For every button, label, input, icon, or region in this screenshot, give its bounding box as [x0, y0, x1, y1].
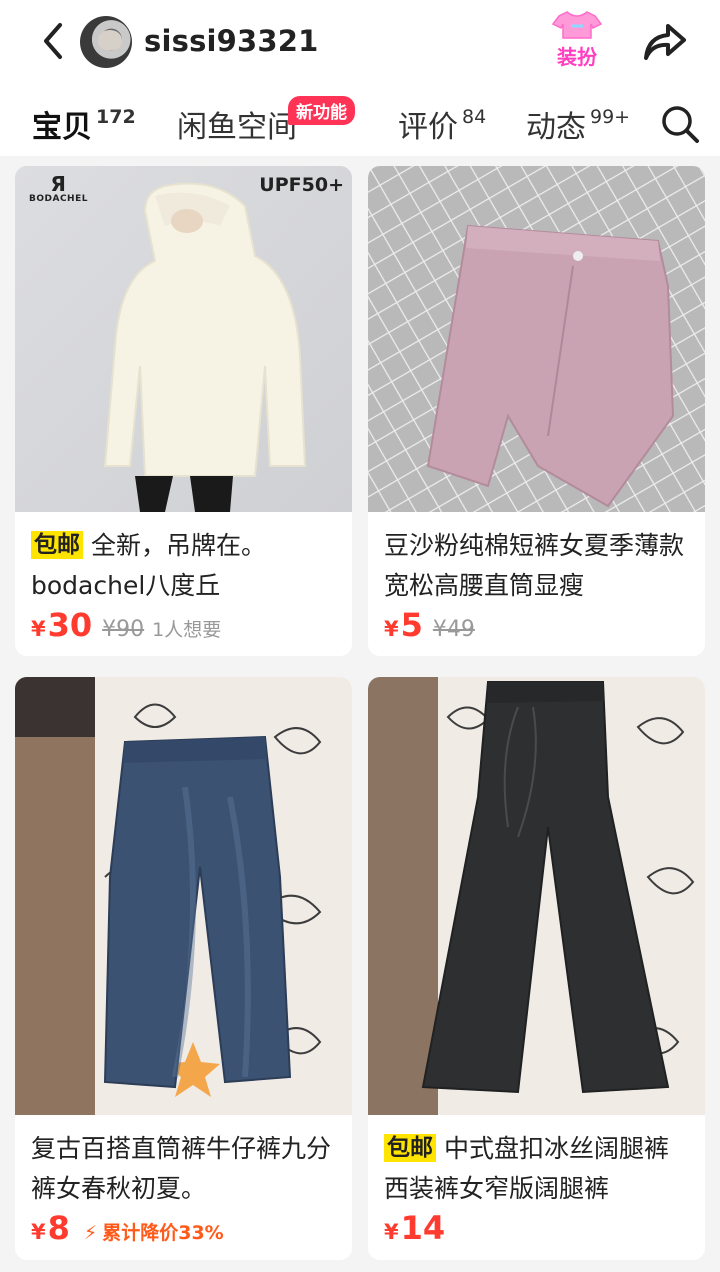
tab-activity-count: 99+ — [590, 106, 631, 128]
share-icon[interactable] — [640, 20, 688, 64]
search-icon[interactable] — [660, 104, 700, 144]
dressup-label: 装扮 — [557, 45, 597, 69]
tab-reviews-count: 84 — [462, 106, 487, 128]
free-shipping-tag: 包邮 — [31, 531, 83, 559]
product-card[interactable]: ЯBODACHEL UPF50+ 包邮全新，吊牌在。bodachel八度丘upf… — [15, 166, 352, 656]
product-image[interactable]: Я BODACHEL UPF50+ — [15, 166, 352, 512]
price-row: ¥ 8 ⚡ 累计降价33% — [15, 1209, 352, 1253]
avatar[interactable] — [80, 16, 132, 68]
price: 14 — [400, 1209, 446, 1247]
currency-symbol: ¥ — [384, 617, 399, 641]
username[interactable]: sissi93321 — [144, 24, 319, 58]
currency-symbol: ¥ — [31, 617, 46, 641]
original-price: ¥90 — [102, 617, 145, 642]
tab-activity-label: 动态 — [526, 110, 586, 145]
product-image-shorts — [368, 166, 705, 512]
original-price: ¥49 — [432, 617, 475, 642]
tshirt-icon — [551, 11, 603, 39]
image-upf-label: UPF50+ — [259, 174, 344, 196]
price-row: ¥ 14 — [368, 1209, 705, 1253]
tab-space-label: 闲鱼空间 — [177, 110, 297, 145]
tab-reviews-label: 评价 — [398, 110, 458, 145]
product-card[interactable]: 豆沙粉纯棉短裤女夏季薄款宽松高腰直筒显瘦 ¥ 5 ¥49 — [368, 166, 705, 656]
currency-symbol: ¥ — [31, 1220, 46, 1244]
tab-items-label: 宝贝 — [32, 110, 92, 145]
free-shipping-tag: 包邮 — [384, 1134, 436, 1162]
back-button[interactable] — [30, 18, 76, 64]
tab-bar: 宝贝 172 闲鱼空间 新功能 评价 84 动态 99+ — [0, 84, 720, 156]
currency-symbol: ¥ — [384, 1220, 399, 1244]
price: 30 — [47, 606, 93, 644]
dressup-button[interactable]: 装扮 — [546, 10, 608, 74]
lightning-icon: ⚡ — [83, 1222, 98, 1244]
new-feature-badge: 新功能 — [288, 96, 355, 125]
tab-space[interactable]: 闲鱼空间 — [177, 102, 297, 146]
tab-reviews[interactable]: 评价 84 — [398, 102, 486, 146]
top-bar: sissi93321 装扮 — [0, 0, 720, 84]
brand-logo: Я BODACHEL — [29, 172, 88, 204]
price: 8 — [47, 1209, 70, 1247]
tab-items-count: 172 — [96, 106, 136, 128]
product-card[interactable]: 包邮 中式盘扣冰丝阔腿裤西装裤女窄版阔腿裤 ¥ 14 — [368, 677, 705, 1260]
product-image[interactable] — [368, 677, 705, 1115]
product-image-trousers — [368, 677, 705, 1115]
want-count: 1人想要 — [152, 619, 222, 641]
product-image[interactable] — [15, 677, 352, 1115]
product-card[interactable]: 复古百搭直筒裤牛仔裤九分裤女春秋初夏。 ¥ 8 ⚡ 累计降价33% — [15, 677, 352, 1260]
price-row: ¥ 30 ¥90 1人想要 — [15, 606, 352, 650]
price-row: ¥ 5 ¥49 — [368, 606, 705, 650]
product-title[interactable]: 复古百搭直筒裤牛仔裤九分裤女春秋初夏。 — [15, 1115, 352, 1209]
product-title[interactable]: 包邮 中式盘扣冰丝阔腿裤西装裤女窄版阔腿裤 — [368, 1115, 705, 1209]
tab-activity[interactable]: 动态 99+ — [526, 102, 630, 146]
product-image[interactable] — [368, 166, 705, 512]
product-image-jeans — [15, 677, 352, 1115]
tab-items[interactable]: 宝贝 172 — [32, 102, 136, 148]
product-title[interactable]: 包邮全新，吊牌在。bodachel八度丘upf50+防 — [15, 512, 352, 606]
price-drop-label: ⚡ 累计降价33% — [83, 1222, 224, 1244]
product-title[interactable]: 豆沙粉纯棉短裤女夏季薄款宽松高腰直筒显瘦 — [368, 512, 705, 606]
product-image-jacket — [15, 166, 352, 512]
price: 5 — [400, 606, 423, 644]
chevron-left-icon — [44, 23, 62, 59]
